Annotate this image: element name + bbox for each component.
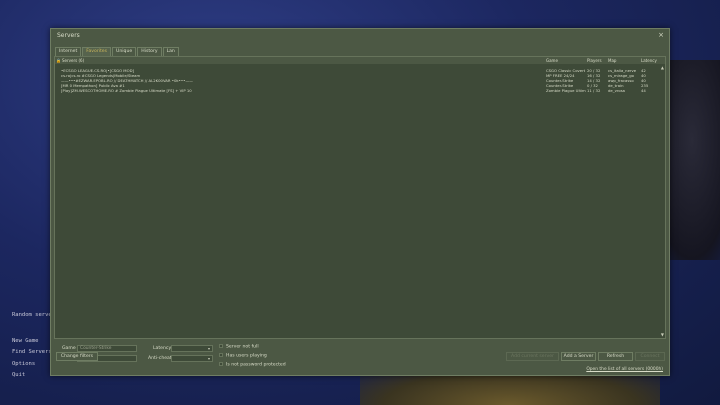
refresh-button[interactable]: Refresh	[598, 352, 633, 361]
add-server-button[interactable]: Add a Server	[561, 352, 596, 361]
lock-icon: 🔒	[56, 58, 61, 63]
tab-lan[interactable]: Lan	[162, 47, 179, 56]
row-map: de_vrosa	[608, 88, 625, 93]
window-title: Servers	[57, 32, 80, 39]
game-filter-label: Game	[62, 346, 76, 351]
header-game[interactable]: Game	[546, 58, 558, 63]
header-players[interactable]: Players	[587, 58, 602, 63]
header-map[interactable]: Map	[608, 58, 616, 63]
anticheat-filter-select[interactable]: ▾	[171, 355, 213, 362]
header-servers[interactable]: Servers (6)	[62, 58, 84, 63]
latency-filter-label: Latency	[153, 346, 172, 351]
tab-internet[interactable]: Internet	[55, 47, 82, 56]
add-current-server-button[interactable]: Add current server	[506, 352, 559, 361]
has-users-checkbox[interactable]: Has users playing	[219, 353, 267, 359]
main-menu-new-game[interactable]: New Game	[12, 336, 52, 348]
row-players: 11 / 32	[587, 88, 601, 93]
main-menu-options[interactable]: Options	[12, 359, 52, 371]
scroll-up-icon[interactable]: ▲	[661, 65, 664, 70]
row-latency: 44	[641, 88, 646, 93]
main-menu-quit[interactable]: Quit	[12, 370, 52, 382]
main-menu: Random serve New Game Find Servers Optio…	[12, 310, 52, 382]
chevron-down-icon: ▾	[207, 356, 210, 361]
not-password-checkbox[interactable]: Is not password protected	[219, 362, 286, 368]
main-menu-find-servers[interactable]: Find Servers	[12, 347, 52, 359]
row-game: Zombie Plague Ultim...	[546, 88, 586, 93]
checkbox-box	[219, 353, 223, 357]
close-icon[interactable]: ×	[658, 31, 664, 39]
header-latency[interactable]: Latency	[641, 58, 657, 63]
tab-bar: Internet Favorites Unique History Lan	[55, 47, 180, 56]
tab-history[interactable]: History	[137, 47, 162, 56]
checkbox-label: Has users playing	[226, 353, 267, 359]
change-filters-button[interactable]: Change filters	[56, 352, 98, 361]
server-list-header: 🔒 Servers (6) Game Players Map Latency	[55, 57, 665, 64]
scroll-down-icon[interactable]: ▼	[661, 332, 664, 337]
server-not-full-checkbox[interactable]: Server not full	[219, 344, 259, 350]
tab-favorites[interactable]: Favorites	[82, 47, 111, 56]
table-row[interactable]: [Play]ZM.WESCOTHOME.RO # Zombie Plague U…	[55, 88, 665, 93]
tab-unique[interactable]: Unique	[112, 47, 137, 56]
checkbox-label: Is not password protected	[226, 362, 286, 368]
anticheat-filter-label: Anti-cheat	[148, 356, 172, 361]
chevron-down-icon: ▾	[207, 346, 210, 351]
checkbox-box	[219, 344, 223, 348]
latency-filter-select[interactable]: ▾	[171, 345, 213, 352]
row-name: [Play]ZM.WESCOTHOME.RO # Zombie Plague U…	[61, 88, 192, 93]
main-menu-random-server[interactable]: Random serve	[12, 310, 52, 322]
servers-window: Servers × Internet Favorites Unique Hist…	[50, 28, 670, 376]
game-filter-input[interactable]: Counter-Strike	[77, 345, 137, 352]
server-list: 🔒 Servers (6) Game Players Map Latency •…	[54, 56, 666, 339]
connect-button[interactable]: Connect	[635, 352, 665, 361]
checkbox-box	[219, 362, 223, 366]
checkbox-label: Server not full	[226, 344, 259, 350]
all-servers-link[interactable]: Open the list of all servers (0000h)	[586, 367, 663, 372]
